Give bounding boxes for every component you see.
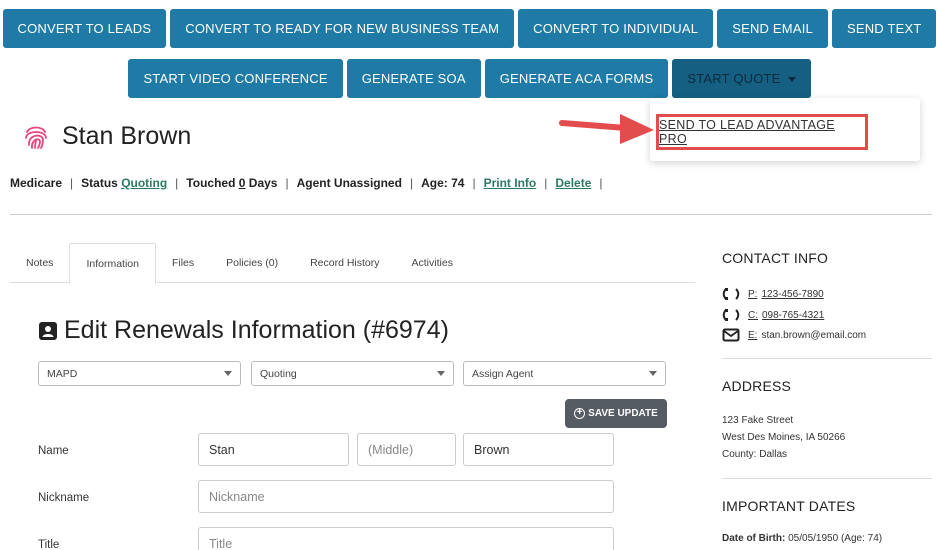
- plan-type-select[interactable]: MAPD: [38, 361, 241, 386]
- contact-name: Stan Brown: [62, 122, 192, 150]
- dropdown-arrow-icon: [224, 371, 232, 376]
- form-title: Edit Renewals Information (#6974): [64, 316, 449, 344]
- convert-to-ready-for-new-business-button[interactable]: CONVERT TO READY FOR NEW BUSINESS TEAM: [170, 9, 515, 48]
- envelope-icon: [722, 328, 740, 342]
- title-input[interactable]: Title: [198, 527, 614, 550]
- plan-type-value: MAPD: [47, 367, 78, 380]
- print-info-link[interactable]: Print Info: [484, 176, 537, 190]
- separator: |: [285, 176, 289, 190]
- tab-files[interactable]: Files: [156, 243, 210, 283]
- cell-key: C:: [748, 309, 758, 321]
- contact-meta-bar: Medicare | Status Quoting | Touched 0 Da…: [10, 176, 611, 190]
- status-label: Status: [81, 176, 118, 190]
- nickname-label: Nickname: [38, 492, 90, 504]
- record-type: Medicare: [10, 176, 63, 190]
- divider: [10, 214, 932, 215]
- phone-link[interactable]: 123-456-7890: [761, 289, 823, 300]
- send-to-lead-advantage-pro-item[interactable]: SEND TO LEAD ADVANTAGE PRO: [656, 114, 868, 150]
- plus-circle-icon: +: [574, 408, 586, 419]
- start-quote-button[interactable]: START QUOTE: [672, 59, 811, 98]
- address-county: County: Dallas: [722, 449, 788, 460]
- delete-link[interactable]: Delete: [555, 176, 591, 190]
- middle-name-input[interactable]: (Middle): [357, 433, 456, 466]
- nickname-input[interactable]: Nickname: [198, 480, 614, 513]
- email-value[interactable]: stan.brown@email.com: [761, 330, 866, 341]
- tab-record-history[interactable]: Record History: [294, 243, 395, 283]
- fingerprint-icon: [25, 126, 47, 149]
- first-name-input[interactable]: Stan: [198, 433, 349, 466]
- address-heading: ADDRESS: [722, 378, 792, 394]
- send-text-button[interactable]: SEND TEXT: [831, 9, 937, 48]
- dob-label: Date of Birth:: [722, 533, 786, 544]
- status-value: Quoting: [260, 367, 297, 380]
- phone-row: P: 123-456-7890: [722, 287, 824, 301]
- tab-activities[interactable]: Activities: [396, 243, 469, 283]
- start-quote-dropdown: SEND TO LEAD ADVANTAGE PRO: [650, 98, 920, 161]
- toolbar-row-2: START VIDEO CONFERENCE GENERATE SOA GENE…: [0, 59, 939, 98]
- dropdown-arrow-icon: [649, 371, 657, 376]
- touched-unit: Days: [248, 176, 278, 190]
- status-select[interactable]: Quoting: [251, 361, 454, 386]
- phone-key: P:: [748, 288, 758, 300]
- age-value: 74: [451, 176, 465, 190]
- start-video-conference-button[interactable]: START VIDEO CONFERENCE: [128, 59, 343, 98]
- toolbar-row-1: CONVERT TO LEADS CONVERT TO READY FOR NE…: [0, 9, 939, 48]
- tab-notes[interactable]: Notes: [10, 243, 69, 283]
- generate-soa-button[interactable]: GENERATE SOA: [346, 59, 481, 98]
- email-row: E: stan.brown@email.com: [722, 328, 866, 342]
- assign-agent-value: Assign Agent: [472, 367, 534, 380]
- divider: [722, 478, 932, 479]
- generate-aca-forms-button[interactable]: GENERATE ACA FORMS: [484, 59, 669, 98]
- separator: |: [175, 176, 179, 190]
- caret-down-icon: [787, 76, 796, 82]
- assign-agent-select[interactable]: Assign Agent: [463, 361, 666, 386]
- record-tabs: Notes Information Files Policies (0) Rec…: [10, 243, 695, 284]
- contact-info-heading: CONTACT INFO: [722, 250, 829, 266]
- divider: [722, 358, 932, 359]
- status-link[interactable]: Quoting: [121, 176, 167, 190]
- form-heading: Edit Renewals Information (#6974): [38, 316, 449, 345]
- phone-icon: [722, 288, 740, 300]
- contact-header: Stan Brown: [22, 122, 191, 151]
- separator: |: [409, 176, 414, 190]
- email-key: E:: [748, 329, 758, 341]
- separator: |: [70, 176, 74, 190]
- title-label: Title: [38, 539, 60, 550]
- dob-value: 05/05/1950 (Age: 74): [788, 533, 883, 544]
- save-update-button[interactable]: + SAVE UPDATE: [565, 399, 667, 428]
- dropdown-arrow-icon: [437, 371, 445, 376]
- separator: |: [599, 176, 603, 190]
- important-dates-heading: IMPORTANT DATES: [722, 498, 856, 514]
- annotation-arrow-icon: [559, 114, 654, 144]
- send-email-button[interactable]: SEND EMAIL: [717, 9, 828, 48]
- cell-row: C: 098-765-4321: [722, 308, 824, 322]
- age-label: Age:: [421, 176, 448, 190]
- address-line-2: West Des Moines, IA 50266: [722, 432, 846, 443]
- last-name-input[interactable]: Brown: [463, 433, 614, 466]
- touched-label: Touched: [186, 176, 236, 190]
- date-of-birth: Date of Birth: 05/05/1950 (Age: 74): [722, 533, 882, 544]
- separator: |: [544, 176, 548, 190]
- tab-information[interactable]: Information: [69, 243, 156, 284]
- convert-to-individual-button[interactable]: CONVERT TO INDIVIDUAL: [518, 9, 714, 48]
- tab-policies[interactable]: Policies (0): [210, 243, 294, 283]
- save-update-label: SAVE UPDATE: [588, 408, 658, 419]
- separator: |: [472, 176, 476, 190]
- cell-link[interactable]: 098-765-4321: [762, 310, 824, 321]
- address-line-1: 123 Fake Street: [722, 415, 794, 426]
- name-label: Name: [38, 445, 69, 457]
- phone-icon: [722, 309, 740, 321]
- start-quote-label: START QUOTE: [687, 71, 781, 86]
- convert-to-leads-button[interactable]: CONVERT TO LEADS: [2, 9, 167, 48]
- agent-status: Agent Unassigned: [296, 176, 402, 190]
- contact-card-icon: [39, 321, 57, 340]
- touched-value: 0: [238, 176, 246, 190]
